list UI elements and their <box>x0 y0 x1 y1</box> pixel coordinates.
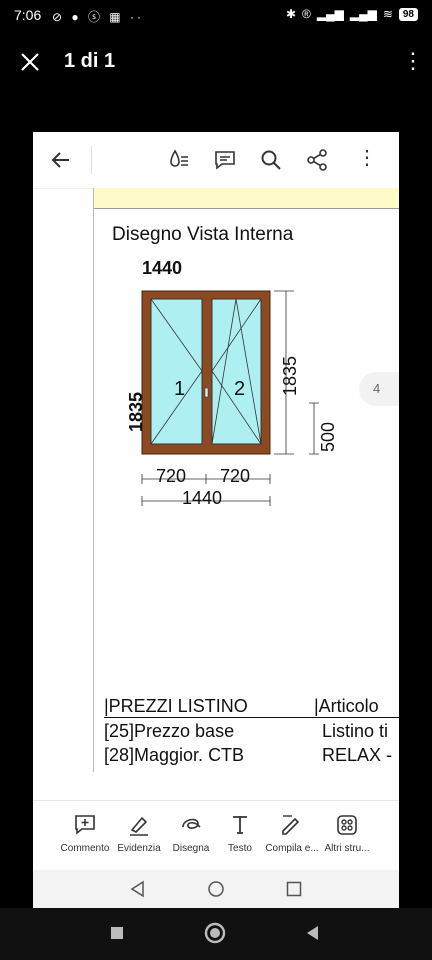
pdf-toolbar: ⋮ <box>33 132 399 189</box>
search-icon[interactable] <box>259 148 283 172</box>
width-part-1-label: 720 <box>156 466 187 486</box>
back-arrow-icon[interactable] <box>49 148 73 172</box>
recents-icon[interactable] <box>108 924 126 942</box>
share-icon[interactable] <box>305 148 329 172</box>
comment-list-icon[interactable] <box>213 148 237 172</box>
tool-fill-sign-label: Compila e... <box>265 843 319 854</box>
table-row1-col2: Listino ti <box>322 721 389 741</box>
signal-icon: ▂▄▆ <box>316 7 344 21</box>
width-total-label: 1440 <box>182 488 223 508</box>
inner-home-icon[interactable] <box>207 880 225 898</box>
system-navigation-bar <box>0 908 432 960</box>
more-tools-icon <box>337 815 357 835</box>
table-header-col2: |Articolo <box>314 696 379 716</box>
comment-icon <box>75 815 95 835</box>
table-divider <box>104 717 399 718</box>
system-icons: ✱ ® ▂▄▆ ▂▄▆ ≋ 98 <box>286 7 418 21</box>
back-icon[interactable] <box>304 924 322 942</box>
fill-sign-icon <box>282 815 300 835</box>
signal-2-icon: ▂▄▆ <box>349 7 377 21</box>
registered-icon: ® <box>302 7 311 21</box>
annotation-toolbar: Commento Evidenzia Disegna Testo Compila… <box>33 800 399 871</box>
inner-navigation-bar <box>33 870 399 908</box>
inner-recents-icon[interactable] <box>285 880 303 898</box>
highlight-icon <box>130 816 148 836</box>
page-counter-title: 1 di 1 <box>64 50 116 72</box>
drawing-title: Disegno Vista Interna <box>112 224 294 245</box>
viewer-top-bar: 1 di 1 ⋮ <box>0 32 432 92</box>
sash-2-label: 2 <box>234 378 246 400</box>
tool-comment[interactable]: Commento <box>55 813 115 854</box>
page-indicator[interactable]: 4 <box>359 372 399 406</box>
tool-text-label: Testo <box>228 843 252 854</box>
sash-1-label: 1 <box>174 378 186 400</box>
height-right-label: 1835 <box>280 355 300 396</box>
inner-back-icon[interactable] <box>129 880 147 898</box>
tool-text[interactable]: Testo <box>210 813 270 854</box>
handle-height-label: 500 <box>318 421 338 452</box>
status-time: 7:06 <box>14 7 42 23</box>
page-header-band <box>94 188 399 209</box>
close-icon[interactable] <box>18 50 42 74</box>
more-menu-icon[interactable]: ⋮ <box>402 50 424 76</box>
notification-icons: ⊘ ● ⓢ ▦ ·· <box>52 10 144 24</box>
tool-highlight-label: Evidenzia <box>117 843 161 854</box>
table-row2-col1: [28]Maggior. CTB <box>104 745 245 765</box>
tool-fill-sign[interactable]: Compila e... <box>262 813 322 854</box>
tool-highlight[interactable]: Evidenzia <box>109 813 169 854</box>
table-header-col1: |PREZZI LISTINO <box>104 696 248 716</box>
home-icon[interactable] <box>204 922 226 944</box>
text-icon <box>233 816 247 834</box>
image-preview: ⋮ Disegno Vista Interna 1440 1 2 1835 18… <box>33 132 399 908</box>
status-bar: 7:06 ⊘ ● ⓢ ▦ ·· ✱ ® ▂▄▆ ▂▄▆ ≋ 98 <box>0 0 432 32</box>
table-row1-col1: [25]Prezzo base <box>104 721 235 741</box>
toolbar-divider <box>91 146 92 174</box>
reading-mode-icon[interactable] <box>167 148 191 172</box>
draw-icon <box>182 818 201 829</box>
table-row2-col2: RELAX - <box>322 745 393 765</box>
bluetooth-icon: ✱ <box>285 7 297 21</box>
width-part-2-label: 720 <box>220 466 251 486</box>
width-top-label: 1440 <box>142 258 183 278</box>
tool-comment-label: Commento <box>60 843 110 854</box>
height-left-label: 1835 <box>126 391 146 432</box>
tool-more-label: Altri stru... <box>324 843 370 854</box>
pdf-page: Disegno Vista Interna 1440 1 2 1835 1835… <box>93 188 399 772</box>
wifi-icon: ≋ <box>382 7 393 21</box>
overflow-menu-icon[interactable]: ⋮ <box>355 146 379 170</box>
tool-more[interactable]: Altri stru... <box>317 813 377 854</box>
battery-icon: 98 <box>398 7 418 21</box>
